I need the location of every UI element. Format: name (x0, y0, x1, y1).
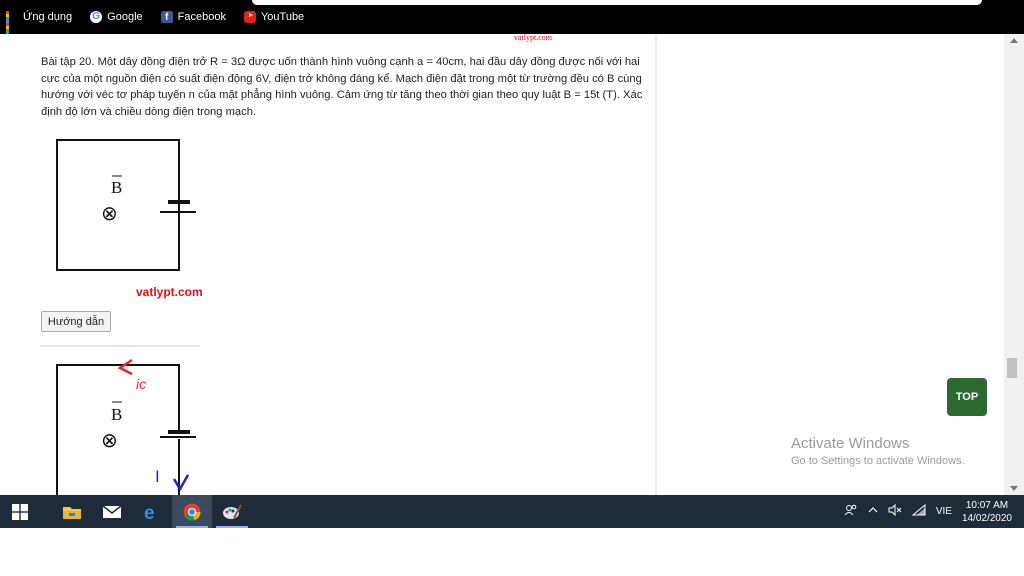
facebook-icon: f (160, 11, 173, 23)
mail-icon (102, 504, 122, 518)
field-into-page-symbol: ⊗ (101, 201, 118, 225)
clock-date: 14/02/2020 (961, 512, 1012, 524)
column-divider (655, 34, 657, 495)
circuit-loop (56, 139, 180, 271)
windows-taskbar: e VIE 10:07 AM 14/02/2020 (0, 495, 1024, 528)
volume-muted-icon[interactable] (888, 503, 902, 519)
field-label: B (111, 405, 122, 424)
induced-current-arrow (117, 358, 133, 376)
vertical-scrollbar[interactable] (1004, 34, 1024, 495)
current-label: I (155, 467, 160, 486)
induced-current-label: ic (136, 376, 146, 392)
bookmark-facebook[interactable]: f Facebook (159, 7, 228, 27)
clock[interactable]: 10:07 AM 14/02/2020 (962, 499, 1012, 525)
field-into-page-symbol: ⊗ (101, 428, 118, 452)
scroll-thumb[interactable] (1007, 358, 1017, 378)
activate-windows-watermark: Activate Windows Go to Settings to activ… (791, 435, 965, 467)
figure-watermark: vatlypt.com (136, 285, 203, 299)
clock-time: 10:07 AM (965, 499, 1009, 511)
taskbar-chrome[interactable] (172, 495, 212, 528)
bookmark-google[interactable]: G Google (88, 7, 144, 27)
input-language[interactable]: VIE (936, 506, 952, 517)
paint-icon (223, 504, 242, 519)
bookmark-label: Google (107, 11, 143, 23)
bookmark-label: YouTube (260, 11, 305, 23)
wifi-icon[interactable] (911, 503, 926, 519)
folder-icon (63, 506, 81, 519)
bookmark-label: Ứng dụng (23, 11, 73, 23)
edge-icon: e (144, 503, 155, 521)
circuit-figure-2: ic B ⊗ I (40, 345, 200, 495)
windows-logo-icon (12, 503, 28, 520)
activate-subtitle: Go to Settings to activate Windows. (791, 455, 965, 467)
guide-button[interactable]: Hướng dẫn (41, 311, 111, 332)
bookmark-apps[interactable]: Ứng dụng (4, 7, 74, 38)
bookmarks-bar: Ứng dụng G Google f Facebook YouTube (0, 0, 1024, 38)
apps-icon (6, 11, 18, 38)
watermark-top: vatlypt.com (514, 34, 552, 42)
svg-text:e: e (144, 503, 155, 521)
people-icon[interactable] (844, 504, 858, 519)
scroll-down-icon[interactable] (1010, 486, 1018, 491)
youtube-icon (243, 11, 256, 23)
bookmark-label: Facebook (177, 11, 226, 23)
taskbar-paint[interactable] (212, 495, 252, 528)
chevron-up-icon[interactable] (868, 506, 878, 517)
problem-text: Bài tập 20. Một dây đồng điện trở R = 3Ω… (41, 56, 643, 118)
activate-title: Activate Windows (791, 435, 910, 452)
taskbar-edge[interactable]: e (132, 495, 172, 528)
scroll-up-icon[interactable] (1010, 38, 1018, 43)
address-bar-edge[interactable] (252, 0, 982, 5)
back-to-top-button[interactable]: TOP (947, 378, 987, 416)
start-button[interactable] (0, 495, 40, 528)
blank-area (0, 528, 1024, 576)
current-arrow (172, 474, 190, 492)
field-label: B (111, 178, 122, 197)
taskbar-mail[interactable] (92, 495, 132, 528)
circuit-loop (56, 364, 180, 495)
system-tray: VIE 10:07 AM 14/02/2020 (844, 495, 1024, 528)
page-content: vatlypt.com Bài tập 20. Một dây đồng điệ… (0, 34, 1004, 495)
circuit-figure-1: B ⊗ vatlypt.com (56, 139, 203, 299)
taskbar-file-explorer[interactable] (52, 495, 92, 528)
chrome-icon (183, 503, 201, 520)
google-icon: G (90, 11, 103, 23)
bookmark-youtube[interactable]: YouTube (242, 7, 306, 27)
